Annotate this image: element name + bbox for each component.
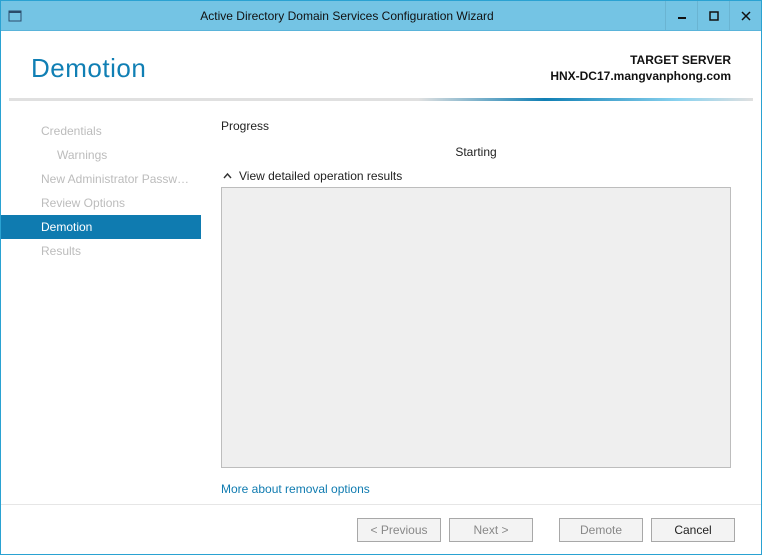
maximize-button[interactable] — [697, 1, 729, 30]
titlebar: Active Directory Domain Services Configu… — [1, 1, 761, 31]
target-server-label: TARGET SERVER — [550, 53, 731, 67]
window-title: Active Directory Domain Services Configu… — [29, 9, 665, 23]
next-button[interactable]: Next > — [449, 518, 533, 542]
steps-sidebar: Credentials Warnings New Administrator P… — [1, 111, 201, 504]
minimize-button[interactable] — [665, 1, 697, 30]
main-panel: Progress Starting View detailed operatio… — [201, 111, 731, 504]
progress-label: Progress — [221, 119, 731, 133]
target-server-block: TARGET SERVER HNX-DC17.mangvanphong.com — [550, 53, 731, 83]
step-results[interactable]: Results — [1, 239, 201, 263]
wizard-footer: < Previous Next > Demote Cancel — [1, 504, 761, 554]
chevron-up-icon — [221, 170, 233, 182]
app-icon — [1, 1, 29, 31]
step-review-options[interactable]: Review Options — [1, 191, 201, 215]
step-new-admin-password[interactable]: New Administrator Passw… — [1, 167, 201, 191]
wizard-header: Demotion TARGET SERVER HNX-DC17.mangvanp… — [1, 31, 761, 92]
close-button[interactable] — [729, 1, 761, 30]
target-server-name: HNX-DC17.mangvanphong.com — [550, 69, 731, 83]
previous-button[interactable]: < Previous — [357, 518, 441, 542]
cancel-button[interactable]: Cancel — [651, 518, 735, 542]
detailed-results-expander[interactable]: View detailed operation results — [221, 169, 731, 183]
step-warnings[interactable]: Warnings — [1, 143, 201, 167]
step-credentials[interactable]: Credentials — [1, 119, 201, 143]
more-about-removal-link[interactable]: More about removal options — [221, 482, 731, 496]
step-demotion[interactable]: Demotion — [1, 215, 201, 239]
progress-status: Starting — [221, 145, 731, 159]
demote-button[interactable]: Demote — [559, 518, 643, 542]
window-controls — [665, 1, 761, 30]
page-title: Demotion — [31, 53, 550, 84]
detailed-results-box — [221, 187, 731, 468]
detailed-results-label: View detailed operation results — [239, 169, 402, 183]
